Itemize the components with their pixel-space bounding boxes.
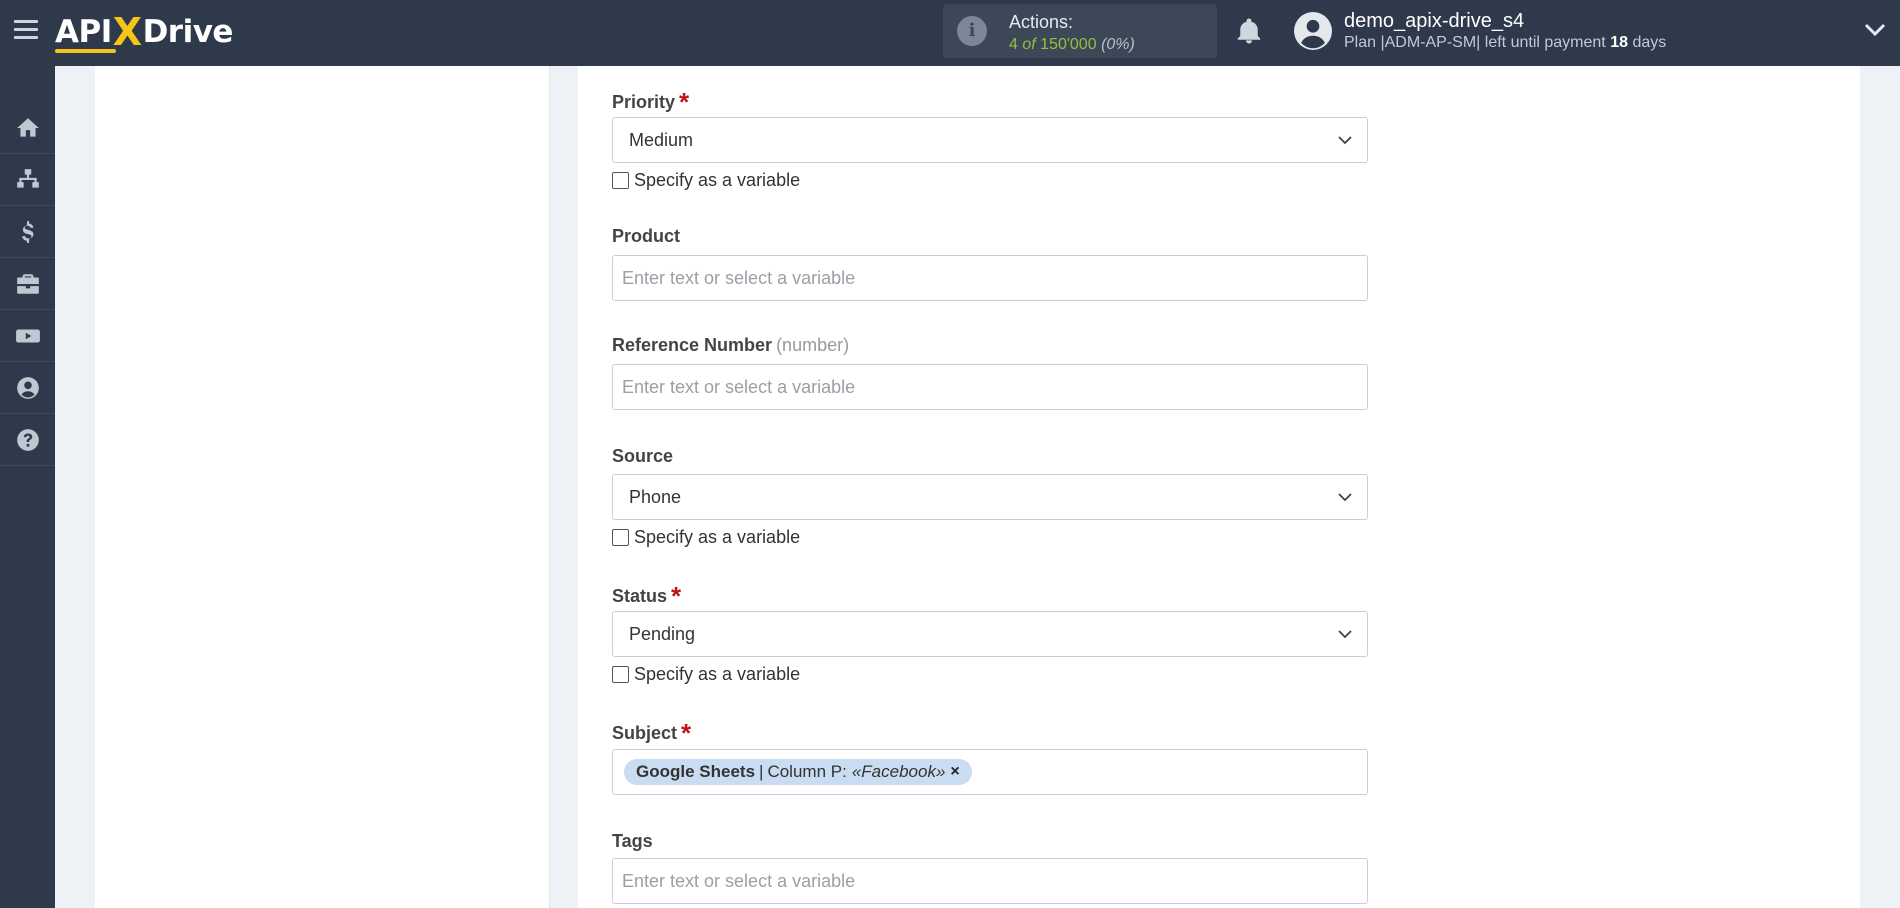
priority-select[interactable]: Medium bbox=[612, 117, 1368, 163]
source-variable-checkbox[interactable]: Specify as a variable bbox=[612, 526, 800, 548]
sidebar-item-help[interactable] bbox=[0, 414, 55, 466]
help-icon bbox=[16, 428, 39, 451]
status-value: Pending bbox=[629, 624, 696, 644]
menu-icon[interactable] bbox=[14, 20, 38, 40]
source-label: Source bbox=[612, 446, 674, 466]
tags-label: Tags bbox=[612, 831, 653, 851]
sitemap-icon bbox=[16, 168, 39, 188]
home-icon bbox=[16, 117, 39, 137]
remove-chip-icon[interactable]: × bbox=[950, 763, 959, 781]
subject-label: Subject * bbox=[612, 718, 692, 748]
source-value: Phone bbox=[629, 487, 682, 507]
chevron-down-icon bbox=[1338, 493, 1352, 502]
actions-label: Actions: bbox=[1009, 12, 1074, 32]
actions-count: 4 of 150'000 (0%) bbox=[1009, 36, 1135, 53]
checkbox[interactable] bbox=[612, 171, 629, 189]
logo[interactable]: API X Drive bbox=[55, 10, 233, 54]
top-bar: API X Drive i Actions: 4 of 150'000 (0%) d… bbox=[0, 0, 1900, 66]
sidebar-item-home[interactable] bbox=[0, 102, 55, 154]
product-label: Product bbox=[612, 226, 681, 246]
reference-number-label: Reference Number (number) bbox=[612, 335, 850, 355]
sidebar-item-video[interactable] bbox=[0, 310, 55, 362]
briefcase-icon bbox=[16, 273, 39, 294]
bell-icon[interactable] bbox=[1234, 16, 1264, 46]
actions-counter[interactable]: i Actions: 4 of 150'000 (0%) bbox=[943, 4, 1217, 58]
source-select[interactable]: Phone bbox=[612, 474, 1368, 520]
tags-field[interactable] bbox=[612, 858, 1368, 904]
left-panel bbox=[95, 66, 550, 908]
sidebar bbox=[0, 66, 55, 908]
chevron-down-icon bbox=[1338, 630, 1352, 639]
checkbox[interactable] bbox=[612, 665, 629, 683]
reference-number-input[interactable] bbox=[613, 365, 1367, 409]
checkbox[interactable] bbox=[612, 528, 629, 546]
priority-variable-checkbox[interactable]: Specify as a variable bbox=[612, 169, 800, 191]
priority-value: Medium bbox=[629, 130, 694, 150]
status-variable-checkbox[interactable]: Specify as a variable bbox=[612, 663, 800, 685]
plan-info: Plan |ADM-AP-SM| left until payment 18 d… bbox=[1344, 34, 1667, 51]
status-select[interactable]: Pending bbox=[612, 611, 1368, 657]
priority-label: Priority * bbox=[612, 87, 690, 117]
user-avatar-icon[interactable] bbox=[1294, 12, 1332, 50]
user-circle-icon bbox=[16, 376, 39, 399]
chevron-down-icon[interactable] bbox=[1864, 22, 1886, 38]
youtube-icon bbox=[15, 329, 40, 342]
tags-input[interactable] bbox=[613, 859, 1367, 903]
product-input[interactable] bbox=[613, 256, 1367, 300]
variable-chip[interactable]: Google Sheets | Column P: «Facebook» × bbox=[624, 759, 972, 785]
chevron-down-icon bbox=[1338, 136, 1352, 145]
status-label: Status * bbox=[612, 581, 682, 611]
sidebar-item-profile[interactable] bbox=[0, 362, 55, 414]
product-field[interactable] bbox=[612, 255, 1368, 301]
info-icon: i bbox=[957, 16, 987, 46]
sidebar-item-connections[interactable] bbox=[0, 154, 55, 206]
reference-number-field[interactable] bbox=[612, 364, 1368, 410]
sidebar-item-services[interactable] bbox=[0, 258, 55, 310]
sidebar-item-billing[interactable] bbox=[0, 206, 55, 258]
user-name[interactable]: demo_apix-drive_s4 bbox=[1344, 10, 1524, 33]
dollar-icon bbox=[21, 220, 33, 243]
